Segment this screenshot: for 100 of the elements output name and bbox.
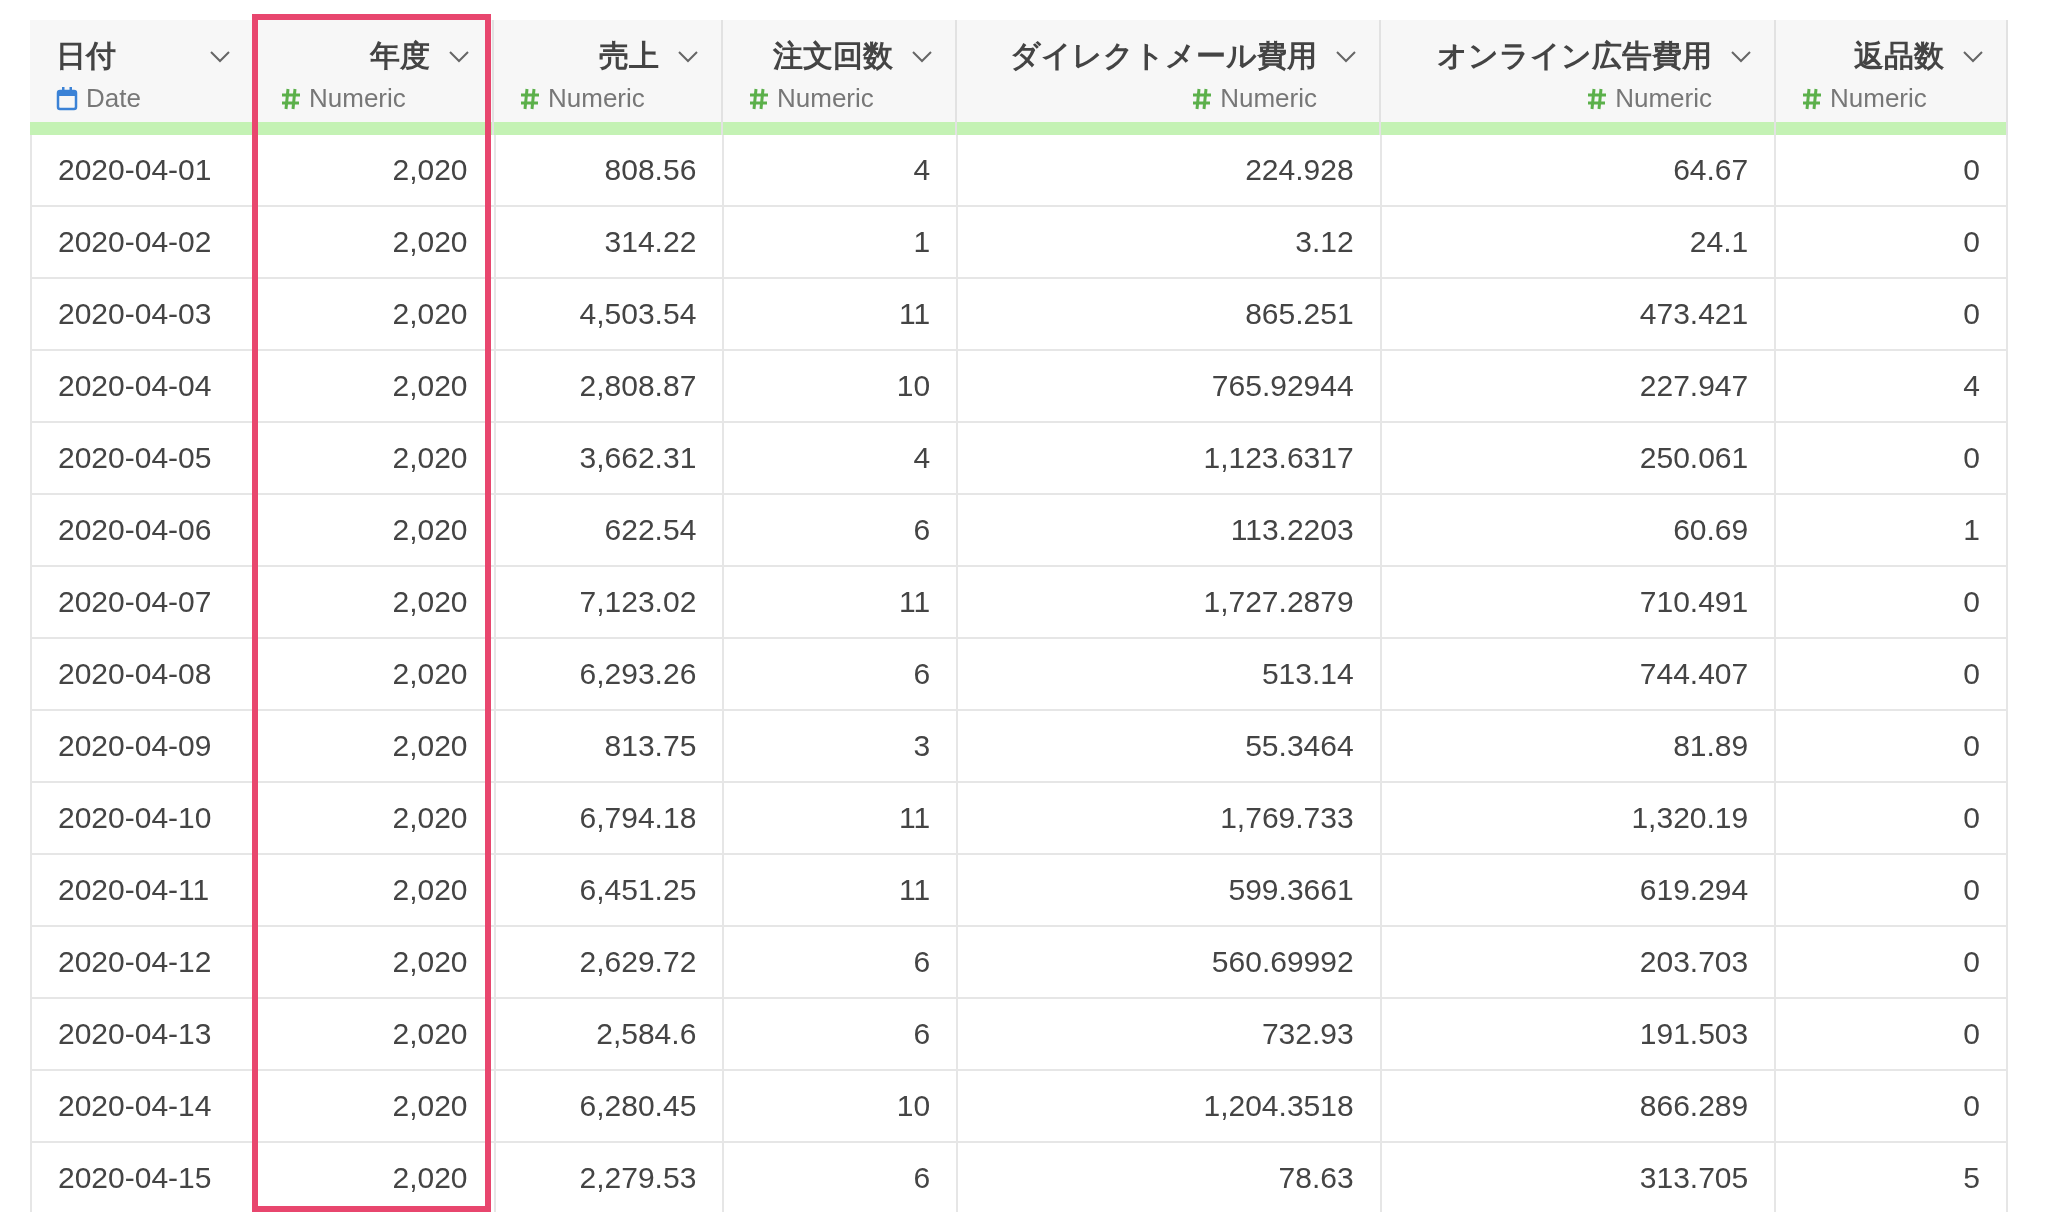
table-cell: 191.503 xyxy=(1381,999,1777,1069)
table-cell: 4,503.54 xyxy=(495,279,725,349)
caret-icon[interactable] xyxy=(1730,49,1752,64)
table-cell: 64.67 xyxy=(1381,135,1777,205)
table-cell: 10 xyxy=(724,351,959,421)
table-cell: 2,020 xyxy=(256,927,496,997)
hash-icon xyxy=(1587,87,1608,110)
table-cell: 2,020 xyxy=(256,639,496,709)
table-cell: 0 xyxy=(1776,279,2008,349)
table-cell: 2,020 xyxy=(256,135,496,205)
table-cell: 0 xyxy=(1776,135,2008,205)
table-cell: 6 xyxy=(724,927,959,997)
table-cell: 5 xyxy=(1776,1143,2008,1212)
table-cell: 1 xyxy=(724,207,959,277)
table-cell: 6,293.26 xyxy=(495,639,725,709)
table-cell: 1,769.733 xyxy=(958,783,1382,853)
table-cell: 865.251 xyxy=(958,279,1382,349)
column-name: 注文回数 xyxy=(773,37,893,75)
table-cell: 6 xyxy=(724,495,959,565)
table-cell: 560.69992 xyxy=(958,927,1382,997)
table-cell: 2020-04-15 xyxy=(32,1143,257,1212)
table-cell: 2020-04-01 xyxy=(32,135,257,205)
hash-icon xyxy=(749,87,769,110)
table-cell: 6,280.45 xyxy=(495,1071,725,1141)
table-cell: 0 xyxy=(1776,207,2008,277)
table-cell: 314.22 xyxy=(495,207,725,277)
table-cell: 0 xyxy=(1776,639,2008,709)
table-cell: 2,020 xyxy=(256,207,496,277)
table-cell: 55.3464 xyxy=(958,711,1382,781)
column-name: 売上 xyxy=(599,37,659,75)
table-cell: 24.1 xyxy=(1381,207,1777,277)
table-cell: 2020-04-11 xyxy=(32,855,257,925)
caret-icon[interactable] xyxy=(448,49,470,64)
hash-icon xyxy=(1802,87,1822,110)
caret-icon[interactable] xyxy=(1335,49,1357,64)
table-cell: 2,020 xyxy=(256,711,496,781)
table-cell: 1,320.19 xyxy=(1381,783,1777,853)
table-cell: 2020-04-05 xyxy=(32,423,257,493)
table-cell: 622.54 xyxy=(495,495,725,565)
table-cell: 2020-04-03 xyxy=(32,279,257,349)
table-cell: 227.947 xyxy=(1381,351,1777,421)
table-cell: 866.289 xyxy=(1381,1071,1777,1141)
column-name: 年度 xyxy=(370,37,430,75)
table-cell: 2,020 xyxy=(256,279,496,349)
table-cell: 0 xyxy=(1776,1071,2008,1141)
table-cell: 2020-04-09 xyxy=(32,711,257,781)
caret-icon[interactable] xyxy=(677,49,699,64)
table-cell: 2,629.72 xyxy=(495,927,725,997)
table-cell: 224.928 xyxy=(958,135,1382,205)
table-cell: 2,279.53 xyxy=(495,1143,725,1212)
table-cell: 6,794.18 xyxy=(495,783,725,853)
column-type: Numeric xyxy=(1615,83,1712,114)
table-cell: 0 xyxy=(1776,711,2008,781)
table-cell: 2,020 xyxy=(256,855,496,925)
table-cell: 0 xyxy=(1776,927,2008,997)
table-cell: 203.703 xyxy=(1381,927,1777,997)
table-cell: 1,204.3518 xyxy=(958,1071,1382,1141)
table-cell: 1,123.6317 xyxy=(958,423,1382,493)
table-cell: 0 xyxy=(1776,999,2008,1069)
table-cell: 473.421 xyxy=(1381,279,1777,349)
table-cell: 2,020 xyxy=(256,999,496,1069)
table-cell: 732.93 xyxy=(958,999,1382,1069)
caret-icon[interactable] xyxy=(911,49,933,64)
table-cell: 11 xyxy=(724,279,959,349)
caret-icon[interactable] xyxy=(1962,49,1984,64)
table-cell: 2020-04-04 xyxy=(32,351,257,421)
table-cell: 3,662.31 xyxy=(495,423,725,493)
table-cell: 11 xyxy=(724,855,959,925)
table-cell: 11 xyxy=(724,567,959,637)
column-type: Date xyxy=(86,83,141,114)
table-cell: 6 xyxy=(724,999,959,1069)
column-type: Numeric xyxy=(548,83,645,114)
caret-icon[interactable] xyxy=(209,49,231,64)
table-cell: 619.294 xyxy=(1381,855,1777,925)
table-cell: 6,451.25 xyxy=(495,855,725,925)
table-cell: 0 xyxy=(1776,423,2008,493)
table-cell: 78.63 xyxy=(958,1143,1382,1212)
table-cell: 513.14 xyxy=(958,639,1382,709)
hash-icon xyxy=(520,87,540,110)
table-cell: 6 xyxy=(724,1143,959,1212)
table-cell: 1,727.2879 xyxy=(958,567,1382,637)
table-cell: 2020-04-12 xyxy=(32,927,257,997)
table-cell: 2,020 xyxy=(256,351,496,421)
table-cell: 6 xyxy=(724,639,959,709)
table-cell: 113.2203 xyxy=(958,495,1382,565)
column-name: ダイレクトメール費用 xyxy=(1010,37,1317,75)
column-type: Numeric xyxy=(777,83,874,114)
table-cell: 765.92944 xyxy=(958,351,1382,421)
table-cell: 0 xyxy=(1776,567,2008,637)
table-cell: 1 xyxy=(1776,495,2008,565)
table-cell: 81.89 xyxy=(1381,711,1777,781)
table-cell: 2020-04-10 xyxy=(32,783,257,853)
table-cell: 250.061 xyxy=(1381,423,1777,493)
table-cell: 2,020 xyxy=(256,423,496,493)
table-cell: 2,584.6 xyxy=(495,999,725,1069)
hash-icon xyxy=(281,87,301,110)
table-cell: 3.12 xyxy=(958,207,1382,277)
table-cell: 4 xyxy=(724,423,959,493)
table-cell: 808.56 xyxy=(495,135,725,205)
column-type: Numeric xyxy=(309,83,406,114)
